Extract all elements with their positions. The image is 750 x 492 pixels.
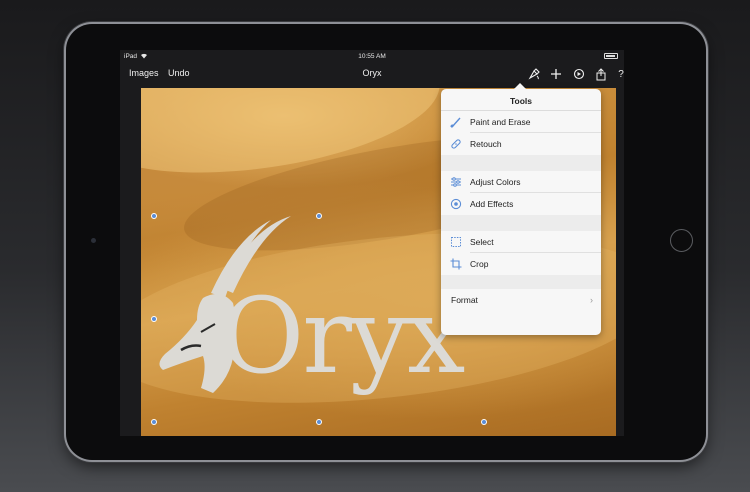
menu-item-retouch[interactable]: Retouch [441,133,601,155]
bandage-icon [451,139,461,149]
group-spacer [441,215,601,231]
chevron-right-icon: › [590,295,593,305]
ipad-device: iPad 10:55 AM Images Undo Oryx ? Oryx To… [66,24,706,460]
popover-title: Tools [509,96,533,106]
menu-item-adjust-colors[interactable]: Adjust Colors [441,171,601,193]
sliders-icon [451,177,461,187]
group-spacer [441,275,601,289]
nav-bar: Images Undo Oryx ? [120,63,624,85]
popover-arrow [514,83,526,89]
menu-item-label: Format [451,295,478,305]
menu-item-add-effects[interactable]: Add Effects [441,193,601,215]
settings-dial-icon[interactable] [572,67,586,81]
battery-icon [604,53,618,59]
menu-item-select[interactable]: Select [441,231,601,253]
menu-item-label: Crop [470,259,489,269]
selection-handle-middle-left[interactable] [151,316,157,322]
selection-handle-top-center[interactable] [316,213,322,219]
brush-icon [450,117,461,128]
menu-item-label: Paint and Erase [470,117,531,127]
crop-icon [450,258,462,270]
effects-icon [450,198,462,210]
tools-brush-icon[interactable] [527,67,541,81]
front-camera [91,238,96,243]
menu-item-label: Select [470,237,494,247]
share-icon[interactable] [594,67,608,81]
tools-popover: Tools Paint and Erase Retouch Adjust Col… [441,83,601,335]
selection-handle-bottom-right[interactable] [481,419,487,425]
status-time: 10:55 AM [358,53,386,60]
selection-handle-bottom-left[interactable] [151,419,157,425]
group-spacer [441,155,601,171]
menu-item-label: Adjust Colors [470,177,521,187]
selection-handle-bottom-center[interactable] [316,419,322,425]
menu-item-label: Retouch [470,139,502,149]
help-icon[interactable]: ? [614,67,624,81]
app-screen: iPad 10:55 AM Images Undo Oryx ? Oryx To… [120,50,624,436]
selection-handle-top-left[interactable] [151,213,157,219]
selection-icon [451,237,461,247]
menu-item-format[interactable]: Format › [441,289,601,311]
menu-item-paint-and-erase[interactable]: Paint and Erase [441,111,601,133]
menu-item-label: Add Effects [470,199,514,209]
menu-item-crop[interactable]: Crop [441,253,601,275]
status-bar: iPad 10:55 AM [120,50,624,63]
home-button[interactable] [670,229,693,252]
add-icon[interactable] [549,67,563,81]
logo-text[interactable]: Oryx [219,284,465,388]
